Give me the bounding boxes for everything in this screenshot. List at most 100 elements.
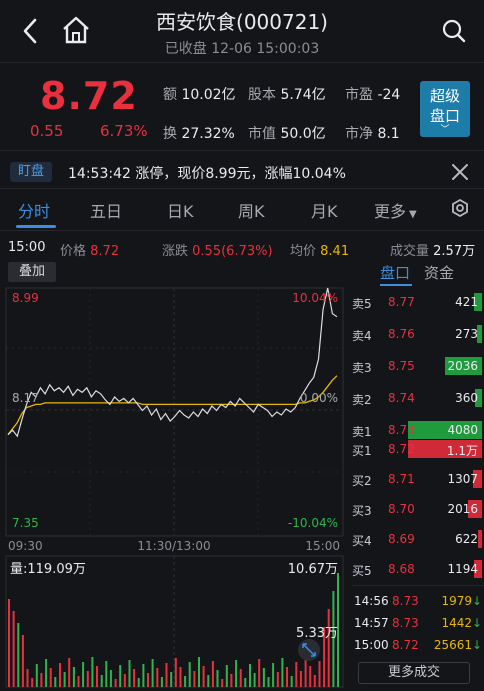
- volume-bar: [202, 666, 205, 687]
- volume-bar: [105, 661, 108, 687]
- volume-bar: [304, 657, 307, 687]
- level-price: 8.72: [388, 442, 415, 456]
- bid-row[interactable]: 买3 8.70 2016: [352, 497, 482, 521]
- volume-bar: [8, 599, 10, 687]
- caret-down-icon: ▼: [409, 209, 417, 220]
- level-label: 卖2: [352, 393, 372, 407]
- level-label: 卖4: [352, 329, 372, 343]
- volume-bar: [165, 663, 168, 687]
- volume-bar: [327, 609, 330, 687]
- volume-bar: [68, 658, 71, 687]
- volume-bar: [109, 670, 112, 687]
- bid-row[interactable]: 买2 8.71 1307: [352, 467, 482, 491]
- volume-bar: [198, 657, 200, 687]
- right-tab-indicator: [380, 284, 412, 286]
- volume-bar: [49, 668, 52, 687]
- level-label: 买4: [352, 534, 372, 548]
- arrow-down-icon: ↓: [471, 616, 482, 630]
- arrow-down-icon: ↓: [471, 594, 482, 608]
- search-icon[interactable]: [440, 17, 468, 45]
- volume-bar: [40, 673, 43, 687]
- info-avg: 均价 8.41: [290, 244, 350, 259]
- volume-bar: [26, 669, 29, 687]
- ask-row[interactable]: 卖2 8.74 360: [352, 386, 482, 410]
- ask-row[interactable]: 卖3 8.75 2036: [352, 354, 482, 378]
- volume-bar: [267, 677, 270, 687]
- volume-bar: [17, 623, 20, 687]
- y-mid-pct-label: 0.00%: [300, 391, 338, 405]
- market-status: 已收盘 12-06 15:00:03: [164, 41, 320, 57]
- volume-bar: [249, 664, 251, 687]
- level-qty: 360: [455, 391, 478, 405]
- close-icon[interactable]: [450, 162, 470, 182]
- volume-bar: [225, 665, 228, 687]
- level-qty: 2016: [447, 502, 478, 516]
- volume-bar: [216, 670, 219, 687]
- volume-bar: [179, 667, 182, 687]
- trade-time: 14:56: [354, 594, 389, 608]
- bid-row[interactable]: 买4 8.69 622: [352, 527, 482, 551]
- volume-bar: [63, 672, 66, 687]
- volume-bar: [137, 678, 140, 687]
- intraday-chart[interactable]: 8.99 10.04% 8.17 0.00% 7.35 -10.04% 09:3…: [0, 286, 348, 689]
- volume-bar: [235, 660, 238, 687]
- tab-monthly-k[interactable]: 月K: [311, 198, 338, 222]
- level-price: 8.74: [388, 391, 415, 405]
- tab-more[interactable]: 更多 ▼: [374, 198, 417, 222]
- tab-daily-k[interactable]: 日K: [167, 198, 194, 222]
- level-label: 买5: [352, 564, 372, 578]
- trade-time: 14:57: [354, 616, 389, 630]
- volume-mid-label: 5.33万: [296, 626, 338, 641]
- volume-bar: [133, 669, 136, 687]
- volume-bar: [72, 667, 75, 687]
- volume-bar: [295, 662, 298, 687]
- expand-icon[interactable]: [298, 639, 320, 661]
- level-qty: 4080: [447, 423, 478, 437]
- pb-stat: 市净 8.1: [345, 126, 400, 142]
- ask-row[interactable]: 卖4 8.76 273: [352, 322, 482, 346]
- y-top-label: 8.99: [12, 291, 39, 305]
- bid-row[interactable]: 买5 8.68 1194: [352, 557, 482, 581]
- level-price: 8.69: [388, 532, 415, 546]
- volume-bar: [160, 677, 163, 687]
- level-qty: 273: [455, 327, 478, 341]
- volume-max-label: 10.67万: [288, 562, 338, 577]
- super-orderbook-button[interactable]: 超级 盘口 ﹀: [420, 81, 470, 137]
- volume-bar: [123, 674, 126, 687]
- trade-price: 8.73: [392, 616, 419, 630]
- level-price: 8.70: [388, 502, 415, 516]
- level-price: 8.77: [388, 295, 415, 309]
- volume-bar: [35, 664, 38, 687]
- shares-stat: 股本 5.74亿: [248, 87, 326, 103]
- tab-intraday[interactable]: 分时: [18, 198, 50, 222]
- trade-qty: 25661: [433, 638, 472, 652]
- level-label: 买3: [352, 504, 372, 518]
- more-trades-button[interactable]: 更多成交: [358, 662, 470, 684]
- overlay-button[interactable]: 叠加: [8, 262, 56, 282]
- tab-five-day[interactable]: 五日: [90, 198, 122, 222]
- volume-bar: [276, 672, 279, 687]
- level-qty: 421: [455, 295, 478, 309]
- volume-bar: [21, 635, 24, 687]
- tab-weekly-k[interactable]: 周K: [238, 198, 265, 222]
- trade-price: 8.72: [392, 638, 419, 652]
- volume-bar: [174, 658, 177, 687]
- volume-bar: [272, 663, 275, 687]
- bid-row[interactable]: 买1 8.72 1.1万: [352, 437, 482, 461]
- volume-bar: [156, 668, 159, 687]
- trade-qty: 1442: [441, 616, 472, 630]
- volume-bar: [188, 662, 191, 687]
- tab-capital[interactable]: 资金: [424, 262, 454, 283]
- tab-orderbook[interactable]: 盘口: [380, 262, 410, 283]
- stock-title: 西安饮食(000721): [156, 10, 328, 34]
- volume-bar: [239, 669, 242, 687]
- trade-time: 15:00: [354, 638, 389, 652]
- volume-bar: [299, 671, 302, 687]
- info-volume: 成交量 2.57万: [390, 244, 476, 259]
- chevron-down-icon: ﹀: [440, 125, 450, 135]
- volume-bar: [77, 676, 80, 687]
- volume-bar: [281, 658, 284, 687]
- level-price: 8.75: [388, 359, 415, 373]
- ask-row[interactable]: 卖5 8.77 421: [352, 290, 482, 314]
- settings-icon[interactable]: [450, 198, 470, 218]
